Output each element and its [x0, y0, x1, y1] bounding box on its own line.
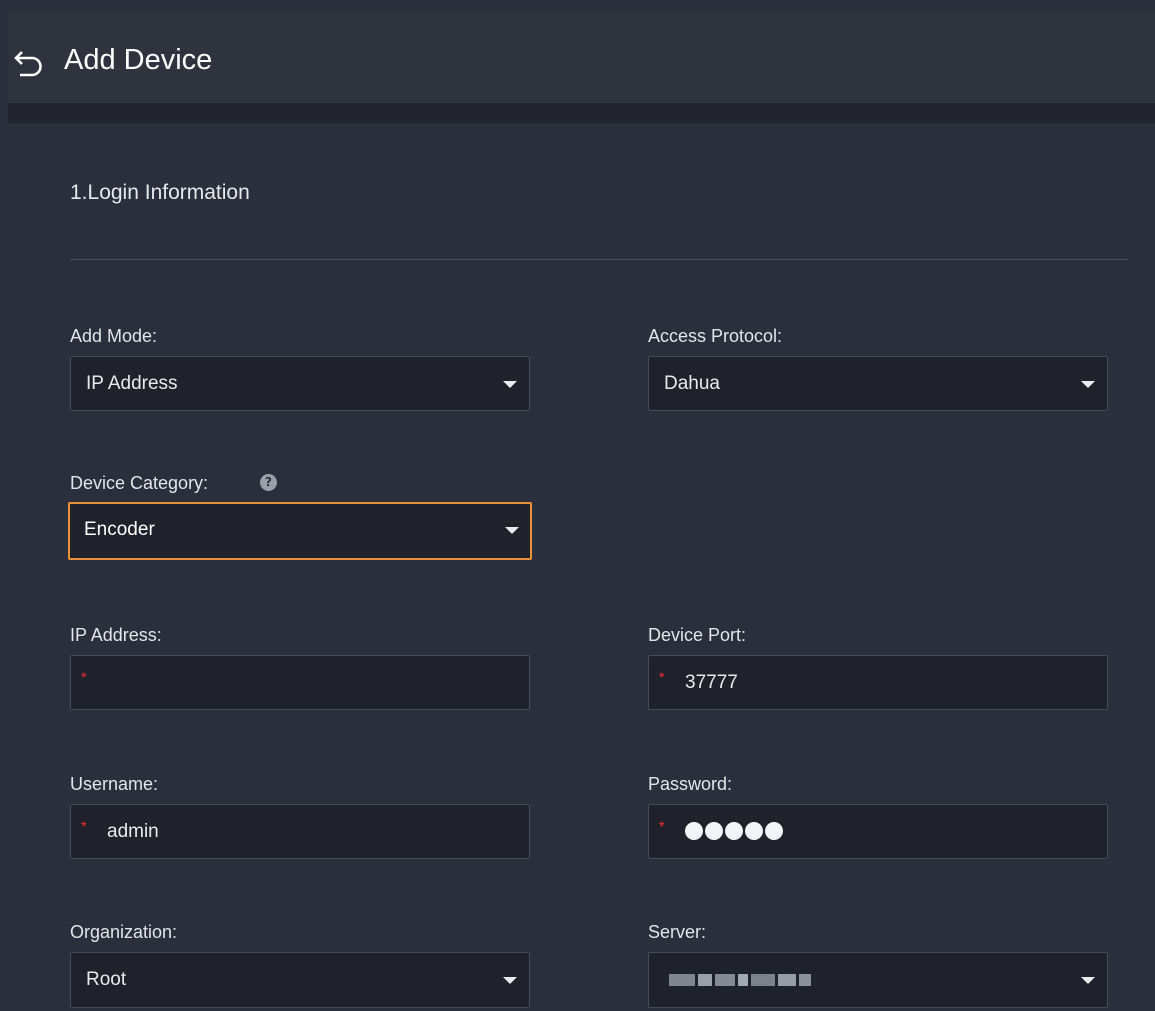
password-label: Password:	[648, 774, 733, 794]
username-input[interactable]: * admin	[70, 804, 530, 859]
password-mask-dot	[705, 822, 723, 840]
organization-label: Organization:	[70, 922, 178, 942]
server-value-redacted	[669, 973, 814, 987]
server-label: Server:	[648, 922, 707, 942]
access-protocol-label: Access Protocol:	[648, 326, 783, 346]
password-input[interactable]: *	[648, 804, 1108, 859]
organization-select[interactable]: Root	[70, 952, 530, 1008]
password-mask-dot	[685, 822, 703, 840]
required-mark: *	[659, 669, 665, 685]
section-divider	[70, 259, 1128, 260]
access-protocol-value: Dahua	[664, 373, 720, 394]
ip-address-label: IP Address:	[70, 625, 162, 645]
back-button[interactable]	[10, 44, 50, 84]
header-divider-strip	[8, 103, 1155, 123]
required-mark: *	[81, 669, 87, 685]
caret-down-icon	[505, 527, 519, 534]
caret-down-icon	[1081, 381, 1095, 388]
caret-down-icon	[503, 381, 517, 388]
username-label: Username:	[70, 774, 159, 794]
main-content	[8, 123, 1155, 1011]
question-circle-icon[interactable]: ?	[260, 474, 277, 491]
password-mask	[685, 822, 783, 840]
device-category-select[interactable]: Encoder	[68, 502, 532, 560]
ip-address-input[interactable]: *	[70, 655, 530, 710]
add-device-window: Add Device 1.Login Information Add Mode:…	[0, 0, 1155, 1011]
section-title: 1.Login Information	[70, 181, 250, 204]
required-mark: *	[81, 818, 87, 834]
server-select[interactable]	[648, 952, 1108, 1008]
password-mask-dot	[745, 822, 763, 840]
undo-arrow-icon	[14, 51, 42, 77]
device-port-input[interactable]: * 37777	[648, 655, 1108, 710]
username-value: admin	[107, 821, 159, 842]
page-title: Add Device	[64, 44, 213, 76]
device-port-value: 37777	[685, 672, 738, 693]
add-mode-select[interactable]: IP Address	[70, 356, 530, 411]
caret-down-icon	[503, 977, 517, 984]
caret-down-icon	[1081, 977, 1095, 984]
password-mask-dot	[765, 822, 783, 840]
device-port-label: Device Port:	[648, 625, 747, 645]
password-mask-dot	[725, 822, 743, 840]
device-category-value: Encoder	[84, 519, 155, 540]
add-mode-value: IP Address	[86, 373, 178, 394]
access-protocol-select[interactable]: Dahua	[648, 356, 1108, 411]
organization-value: Root	[86, 969, 127, 990]
add-mode-label: Add Mode:	[70, 326, 158, 346]
required-mark: *	[659, 818, 665, 834]
device-category-label: Device Category:	[70, 473, 209, 493]
